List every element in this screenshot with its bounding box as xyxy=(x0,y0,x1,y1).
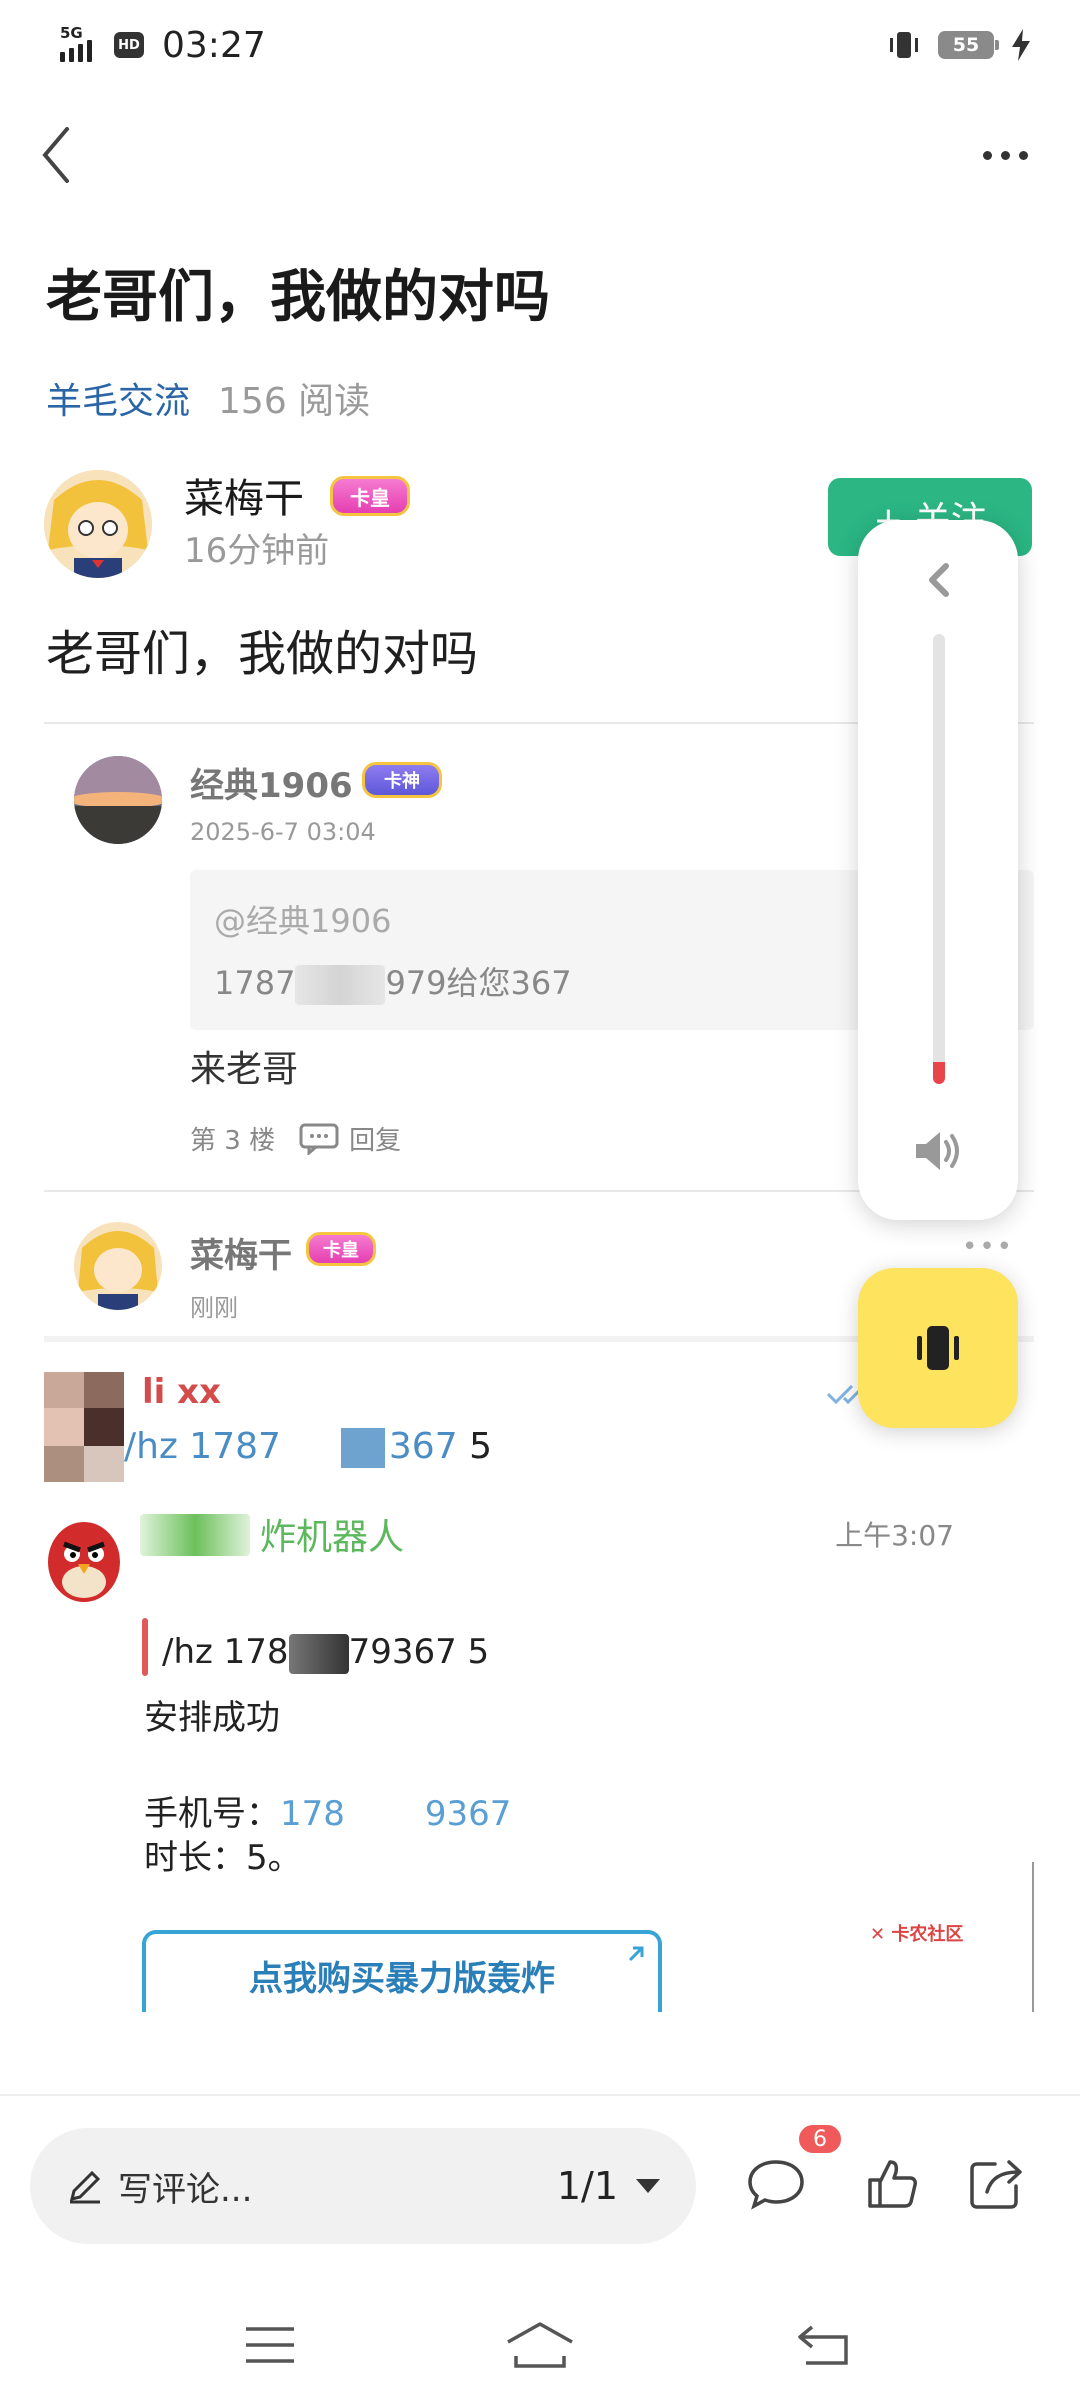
thumbs-up-icon xyxy=(868,2160,917,2208)
comment-footer: 第 3 楼 回复 xyxy=(190,1120,401,1157)
buy-button-label: 点我购买暴力版轰炸 xyxy=(249,1958,555,1999)
comment-date-2: 刚刚 xyxy=(190,1294,238,1322)
bot-message-time: 上午3:07 xyxy=(835,1519,954,1552)
buy-button: 点我购买暴力版轰炸 xyxy=(142,1930,662,2012)
page-indicator[interactable]: 1/1 xyxy=(557,2164,618,2208)
volume-panel[interactable] xyxy=(858,520,1018,1220)
phone-label: 手机号： xyxy=(144,1794,280,1835)
bot-phone-line: 手机号：178 9367 xyxy=(144,1792,944,1836)
bot-message: /hz 178 79367 5 安排成功 手机号：178 9367 时长：5。 xyxy=(144,1622,944,1881)
chat-avatar-blurred xyxy=(44,1372,124,1482)
home-icon xyxy=(507,2322,573,2368)
commenter-name: 经典1906 xyxy=(190,766,353,806)
post-body: 老哥们，我做的对吗 xyxy=(46,626,479,682)
phone-part1: 178 xyxy=(280,1794,345,1835)
external-arrow-icon xyxy=(628,1946,644,1962)
post-title: 老哥们，我做的对吗 xyxy=(46,265,550,330)
redacted-blur xyxy=(345,1799,425,1833)
reply-button: 回复 xyxy=(299,1120,401,1157)
page-dropdown-icon[interactable] xyxy=(636,2179,660,2193)
post-time: 16分钟前 xyxy=(184,531,330,571)
comment-date: 2025-6-7 03:04 xyxy=(190,818,376,846)
chevron-left-icon xyxy=(929,563,949,597)
share-button[interactable] xyxy=(960,2146,1032,2222)
quote-text-part1: 1787 xyxy=(214,964,296,1002)
vibrate-icon xyxy=(917,1326,959,1370)
comment-placeholder: 写评论... xyxy=(118,2169,253,2210)
pencil-icon xyxy=(69,2170,101,2204)
commenter-avatar xyxy=(74,756,162,844)
chevron-left-icon xyxy=(42,127,69,183)
comment-input[interactable]: 写评论... 1/1 xyxy=(30,2128,696,2244)
like-button[interactable] xyxy=(856,2146,928,2222)
chat-message-part1: /hz 1787 xyxy=(124,1426,281,1467)
back-button[interactable] xyxy=(26,120,86,190)
bot-quoted-part1: /hz 178 xyxy=(162,1632,289,1672)
back-arrow-icon xyxy=(798,2325,848,2365)
bot-avatar xyxy=(44,1512,120,1612)
bot-line-1: 安排成功 xyxy=(144,1698,280,1738)
scroll-indicator xyxy=(1032,1862,1034,2012)
reply-icon xyxy=(299,1123,339,1155)
post-meta: 羊毛交流 156 阅读 xyxy=(46,372,370,424)
charging-icon xyxy=(1012,29,1030,61)
redacted-bot-name xyxy=(140,1514,250,1556)
commenter-rank-badge: 卡神 xyxy=(362,762,442,798)
redacted-blur-block xyxy=(340,1428,385,1468)
phone-part2: 9367 xyxy=(424,1794,512,1835)
bot-quoted-part2: 79367 5 xyxy=(348,1632,490,1672)
speaker-icon[interactable] xyxy=(910,1126,966,1176)
volume-expand-button[interactable] xyxy=(914,556,962,604)
share-icon xyxy=(970,2160,1022,2209)
category-link[interactable]: 羊毛交流 xyxy=(46,372,190,424)
quote-text-part2: 979给您367 xyxy=(385,964,572,1002)
menu-icon xyxy=(246,2327,294,2363)
quote-text: 1787 979给您367 xyxy=(214,958,572,1005)
status-bar: 5G HD 03:27 55 xyxy=(0,0,1080,90)
vibrate-status-icon xyxy=(890,32,918,58)
commenter-rank-badge-2: 卡皇 xyxy=(306,1232,376,1266)
chat-sender-name: li xx xyxy=(142,1372,222,1412)
comment-bubble-icon xyxy=(748,2160,804,2210)
reply-label: 回复 xyxy=(349,1126,402,1156)
commenter-avatar-2 xyxy=(74,1222,162,1310)
status-time: 03:27 xyxy=(162,24,266,66)
author-avatar[interactable] xyxy=(44,470,152,578)
menu-nav-button[interactable] xyxy=(220,2310,320,2380)
bot-quoted-line: /hz 178 79367 5 xyxy=(144,1622,944,1682)
author-rank-badge: 卡皇 xyxy=(330,476,410,516)
chat-message-part3: 5 xyxy=(457,1426,492,1467)
redacted-blur xyxy=(288,1633,349,1674)
view-count: 156 阅读 xyxy=(218,381,371,422)
volume-slider[interactable] xyxy=(933,634,945,1084)
system-nav-bar xyxy=(0,2290,1080,2400)
floor-number: 第 3 楼 xyxy=(190,1126,276,1156)
comments-button[interactable] xyxy=(740,2146,812,2222)
volume-level xyxy=(933,1061,945,1084)
home-nav-button[interactable] xyxy=(490,2310,590,2380)
network-type: 5G xyxy=(60,24,83,42)
bot-name: 炸机器人 xyxy=(260,1517,405,1558)
battery-icon: 55 xyxy=(938,31,999,59)
chat-message: /hz 1787 367 5 xyxy=(124,1426,492,1468)
back-nav-button[interactable] xyxy=(774,2310,874,2380)
redacted-blur xyxy=(281,1428,341,1468)
vibrate-mode-button[interactable] xyxy=(858,1268,1018,1428)
watermark: ✕ 卡农社区 xyxy=(870,1924,964,1945)
chat-message-part2: 367 xyxy=(388,1426,458,1467)
bottom-divider xyxy=(0,2094,1080,2096)
commenter-name-2: 菜梅干 xyxy=(190,1236,292,1276)
comment-count-badge: 6 xyxy=(796,2122,844,2156)
hd-icon: HD xyxy=(114,32,144,58)
comment-more: ••• xyxy=(961,1232,1014,1262)
bot-duration-line: 时长：5。 xyxy=(144,1838,302,1879)
comment-text: 来老哥 xyxy=(190,1049,299,1090)
signal-icon: 5G xyxy=(60,24,92,62)
quote-mention: @经典1906 xyxy=(214,902,392,940)
watermark-text: 卡农社区 xyxy=(891,1924,964,1945)
author-name[interactable]: 菜梅干 xyxy=(184,466,304,524)
redacted-blur xyxy=(295,965,386,1005)
more-options-button[interactable] xyxy=(970,130,1040,180)
